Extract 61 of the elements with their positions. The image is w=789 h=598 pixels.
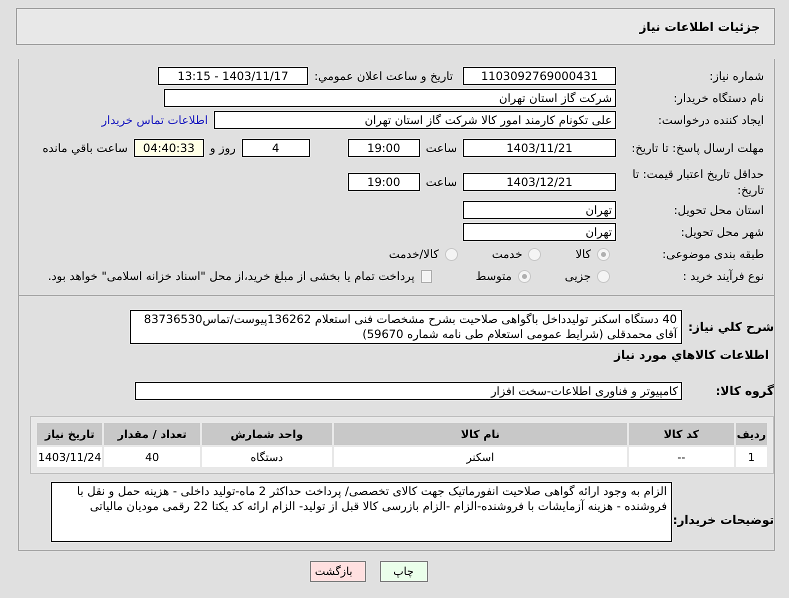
radio-button[interactable] bbox=[444, 248, 458, 260]
back-button[interactable]: بازگشت bbox=[310, 561, 366, 582]
column-header: تعداد / مقدار bbox=[104, 423, 200, 445]
table-cell: -- bbox=[628, 447, 734, 467]
field-label: استان محل تحویل: bbox=[672, 202, 765, 218]
column-header: ردیف bbox=[736, 423, 767, 445]
section-heading: اطلاعات کالاهاي مورد نياز bbox=[612, 347, 770, 364]
field-label: روز و bbox=[210, 141, 236, 155]
text-field[interactable]: 4 bbox=[242, 139, 310, 157]
field-label: شهر محل تحویل: bbox=[680, 224, 765, 240]
option-label: جزیی bbox=[564, 269, 591, 283]
field-label: مهلت ارسال پاسخ: تا تاریخ: bbox=[630, 140, 765, 156]
buyer-contact-link[interactable]: اطلاعات تماس خریدار bbox=[101, 113, 208, 127]
field-label: شماره نیاز: bbox=[708, 68, 765, 84]
field-label: ساعت باقي مانده bbox=[42, 141, 128, 155]
text-field[interactable]: علی تکونام کارمند امور کالا شرکت گاز استان تهران bbox=[214, 111, 616, 129]
field-label: ساعت bbox=[426, 175, 457, 189]
column-header: کد کالا bbox=[628, 423, 734, 445]
text-field[interactable]: تهران bbox=[463, 223, 616, 241]
table-cell: اسکنر bbox=[334, 447, 627, 467]
field-label: شرح کلي نياز: bbox=[687, 320, 774, 334]
text-field[interactable]: تهران bbox=[463, 201, 616, 219]
field-label: گروه کالا: bbox=[714, 384, 774, 398]
notes-textarea[interactable]: الزام به وجود ارائه گواهی صلاحیت انفورماتیک جهت کالای تخصصی/ پرداخت حداکثر 2 ماه-تولید داخلی - هزینه حمل و نقل با فروشنده - هزینه آزمایشات با فروشنده-الزام -الزام بازرسی کالا قبل از تولید- الزام ارائه کد یکتا 22 رقمی مودیان مالیاتی bbox=[51, 482, 672, 542]
text-field[interactable]: 19:00 bbox=[348, 139, 420, 157]
radio-button[interactable] bbox=[518, 270, 531, 282]
field-label: ساعت bbox=[426, 141, 457, 155]
option-label: خدمت bbox=[492, 247, 522, 261]
field-label: طبقه بندی موضوعی: bbox=[661, 246, 765, 262]
option-label: کالا/خدمت bbox=[388, 247, 439, 261]
print-button[interactable]: چاپ bbox=[380, 561, 428, 582]
text-field[interactable]: 19:00 bbox=[348, 173, 420, 191]
text-field[interactable]: 1103092769000431 bbox=[463, 67, 616, 85]
option-label: متوسط bbox=[476, 269, 512, 283]
radio-button[interactable] bbox=[528, 248, 542, 260]
field-label: تاریخ و ساعت اعلان عمومي: bbox=[313, 69, 453, 83]
text-field[interactable]: 1403/11/17 - 13:15 bbox=[158, 67, 308, 85]
field-label: نوع فرآیند خرید : bbox=[682, 268, 765, 284]
checkbox[interactable] bbox=[420, 270, 432, 282]
table-cell: 1403/11/24 bbox=[37, 447, 102, 467]
table-cell: 40 bbox=[104, 447, 200, 467]
text-field[interactable]: شرکت گاز استان تهران bbox=[164, 89, 616, 107]
field-label: توضیحات خریدار: bbox=[672, 512, 774, 527]
description-textarea[interactable]: 40 دستگاه اسکنر تولیدداخل باگواهی صلاحیت بشرح مشخصات فنی استعلام 136262پیوست/تماس83736530 آقای محمدقلی (شرایط عمومی استعلام طی نامه شماره 59670) bbox=[130, 310, 682, 344]
column-header: واحد شمارش bbox=[202, 423, 332, 445]
column-header: تاریخ نیاز bbox=[37, 423, 102, 445]
table-cell: 1 bbox=[736, 447, 767, 467]
radio-button[interactable] bbox=[597, 270, 610, 282]
text-field[interactable]: 1403/11/21 bbox=[463, 139, 616, 157]
countdown-field[interactable]: 04:40:33 bbox=[134, 139, 204, 157]
option-label: کالا bbox=[575, 247, 591, 261]
payment-note: پرداخت تمام یا بخشی از مبلغ خرید،از محل "اسناد خزانه اسلامی" خواهد بود. bbox=[48, 269, 415, 283]
field-label: ایجاد کننده درخواست: bbox=[657, 112, 765, 128]
text-field[interactable]: کامپیوتر و فناوری اطلاعات-سخت افزار bbox=[135, 382, 682, 400]
column-header: نام کالا bbox=[334, 423, 627, 445]
field-label: حداقل تاریخ اعتبار قیمت: تا تاریخ: bbox=[631, 166, 765, 198]
text-field[interactable]: 1403/12/21 bbox=[463, 173, 616, 191]
table-cell: دستگاه bbox=[202, 447, 332, 467]
field-label: نام دستگاه خریدار: bbox=[672, 90, 765, 106]
page-title: جزئیات اطلاعات نیاز bbox=[639, 20, 760, 34]
radio-button[interactable] bbox=[597, 248, 610, 260]
